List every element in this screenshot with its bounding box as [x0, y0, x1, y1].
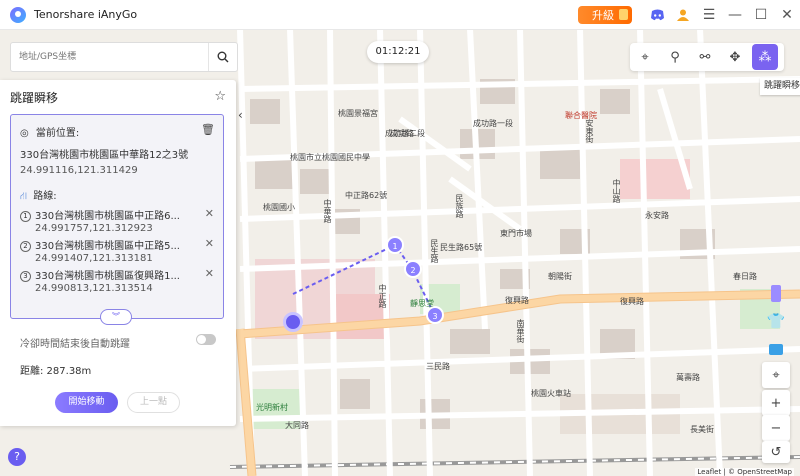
map-label: 中山路	[612, 179, 621, 203]
jump-teleport-icon[interactable]: ⁂	[752, 44, 778, 70]
map-label: 桃園景福宮	[338, 109, 378, 118]
map-label: 朝陽街	[548, 272, 572, 281]
map-label: 桃園市立桃園國民中學	[290, 153, 370, 162]
upgrade-label: 升級	[592, 8, 614, 22]
map-label: 中正路62號	[345, 191, 388, 200]
map-label: 民族路	[455, 194, 464, 218]
remove-point-icon[interactable]: ✕	[205, 237, 214, 250]
mode-toolbar: ⌖ ⚲ ⚯ ✥ ⁂	[630, 43, 784, 71]
route-index: 3	[20, 270, 31, 282]
route-address: 330台灣桃園市桃園區中正路5...	[35, 241, 180, 252]
previous-point-button[interactable]: 上一點	[127, 392, 180, 413]
app-title: Tenorshare iAnyGo	[34, 8, 138, 21]
multi-spot-icon[interactable]: ⚯	[690, 43, 720, 71]
map-label: 萬壽路	[676, 373, 700, 382]
auto-jump-label: 冷卻時間結束後自動跳躍	[20, 339, 130, 350]
current-position-label: 當前位置:	[35, 128, 80, 139]
map-label: 復興路	[620, 297, 644, 306]
location-box: ◎ 當前位置: 🗑 330台灣桃園市桃園區中華路12之3號 24.991116,…	[10, 114, 224, 319]
route-coords: 24.991757,121.312923	[35, 223, 153, 234]
phone-icon[interactable]	[762, 280, 790, 306]
help-icon[interactable]: ?	[8, 448, 26, 466]
route-coords: 24.991407,121.313181	[35, 253, 153, 264]
route-pin[interactable]: 3	[426, 306, 444, 324]
map-label: 光明新村	[256, 403, 288, 412]
reset-icon[interactable]: ↺	[762, 441, 790, 463]
shirt-icon[interactable]: 👕	[762, 308, 790, 334]
zoom-in-icon[interactable]: +	[762, 390, 790, 416]
search-icon[interactable]	[208, 43, 237, 71]
map-label: 復興路	[505, 296, 529, 305]
locate-me-icon[interactable]: ⌖	[762, 362, 790, 388]
current-location-icon: ◎	[20, 128, 29, 139]
map-label: 民生路	[430, 239, 439, 263]
map-label: 東門市場	[500, 229, 532, 238]
map-label: 中正路	[378, 284, 387, 308]
minimize-icon[interactable]: —	[722, 0, 748, 29]
expand-list-button[interactable]: ︾	[100, 309, 132, 325]
map-attribution[interactable]: Leaflet | © OpenStreetMap	[695, 468, 794, 476]
map-label: 大同路	[285, 421, 309, 430]
route-index: 1	[20, 210, 31, 222]
support-user-icon[interactable]	[670, 0, 696, 29]
mode-tooltip: 跳躍瞬移	[760, 78, 800, 95]
favorite-star-icon[interactable]: ☆	[214, 89, 226, 104]
map-label: 中華路	[323, 199, 332, 223]
route-label: 路線:	[33, 191, 57, 202]
map-label: 春日路	[733, 272, 757, 281]
teleport-pin-icon[interactable]: ⌖	[630, 43, 660, 71]
maximize-icon[interactable]: ☐	[748, 0, 774, 29]
trash-icon[interactable]: 🗑	[201, 123, 215, 136]
teleport-panel: 跳躍瞬移 ☆ ◎ 當前位置: 🗑 330台灣桃園市桃園區中華路12之3號 24.…	[0, 80, 236, 426]
map-label: 民生路65號	[440, 243, 483, 252]
zoom-out-icon[interactable]: −	[762, 415, 790, 441]
map-label: 三民路	[426, 362, 450, 371]
crown-icon	[619, 8, 628, 20]
route-point-3[interactable]: 3 330台灣桃園市桃園區復興路1...	[20, 267, 180, 282]
upgrade-button[interactable]: 升級	[578, 5, 632, 24]
map-label: 桃園國小	[263, 203, 295, 212]
map-label: 永安路	[645, 211, 669, 220]
route-point-2[interactable]: 2 330台灣桃園市桃園區中正路5...	[20, 237, 180, 252]
map-label: 成功路一段	[473, 119, 513, 128]
map-label: 成功路	[390, 129, 414, 138]
map-label: 南華街	[516, 319, 525, 343]
auto-jump-toggle[interactable]	[196, 334, 216, 345]
remove-point-icon[interactable]: ✕	[205, 207, 214, 220]
route-icon: ⛙	[20, 191, 28, 202]
current-location-marker	[283, 312, 303, 332]
map-label: 長美街	[690, 425, 714, 434]
route-pin[interactable]: 1	[386, 236, 404, 254]
panel-title: 跳躍瞬移	[10, 91, 59, 105]
route-index: 2	[20, 240, 31, 252]
discord-icon[interactable]	[644, 0, 670, 29]
two-spot-icon[interactable]: ⚲	[660, 43, 690, 71]
menu-icon[interactable]: ☰	[696, 0, 722, 29]
search-bar	[10, 42, 238, 72]
title-bar: Tenorshare iAnyGo 升級 ☰ — ☐ ✕	[0, 0, 800, 30]
map-label: 桃園火車站	[531, 389, 571, 398]
collapse-panel-icon[interactable]: ‹	[238, 108, 243, 122]
start-move-button[interactable]: 開始移動	[55, 392, 118, 413]
folder-icon[interactable]	[762, 336, 790, 362]
remove-point-icon[interactable]: ✕	[205, 267, 214, 280]
route-pin[interactable]: 2	[404, 260, 422, 278]
route-address: 330台灣桃園市桃園區中正路6...	[35, 211, 180, 222]
close-icon[interactable]: ✕	[774, 0, 800, 29]
current-address: 330台灣桃園市桃園區中華路12之3號	[20, 150, 189, 161]
route-point-1[interactable]: 1 330台灣桃園市桃園區中正路6...	[20, 207, 180, 222]
distance-text: 距離: 287.38m	[20, 366, 92, 377]
current-coords: 24.991116,121.311429	[20, 165, 138, 176]
map-label: 安東街	[585, 119, 594, 143]
search-input[interactable]	[11, 45, 208, 69]
cooldown-timer: 01:12:21	[367, 41, 429, 63]
app-logo-icon	[10, 6, 26, 23]
joystick-icon[interactable]: ✥	[720, 43, 750, 71]
route-coords: 24.990813,121.313514	[35, 283, 153, 294]
map-label: 聯合醫院	[565, 111, 597, 120]
route-address: 330台灣桃園市桃園區復興路1...	[35, 271, 180, 282]
